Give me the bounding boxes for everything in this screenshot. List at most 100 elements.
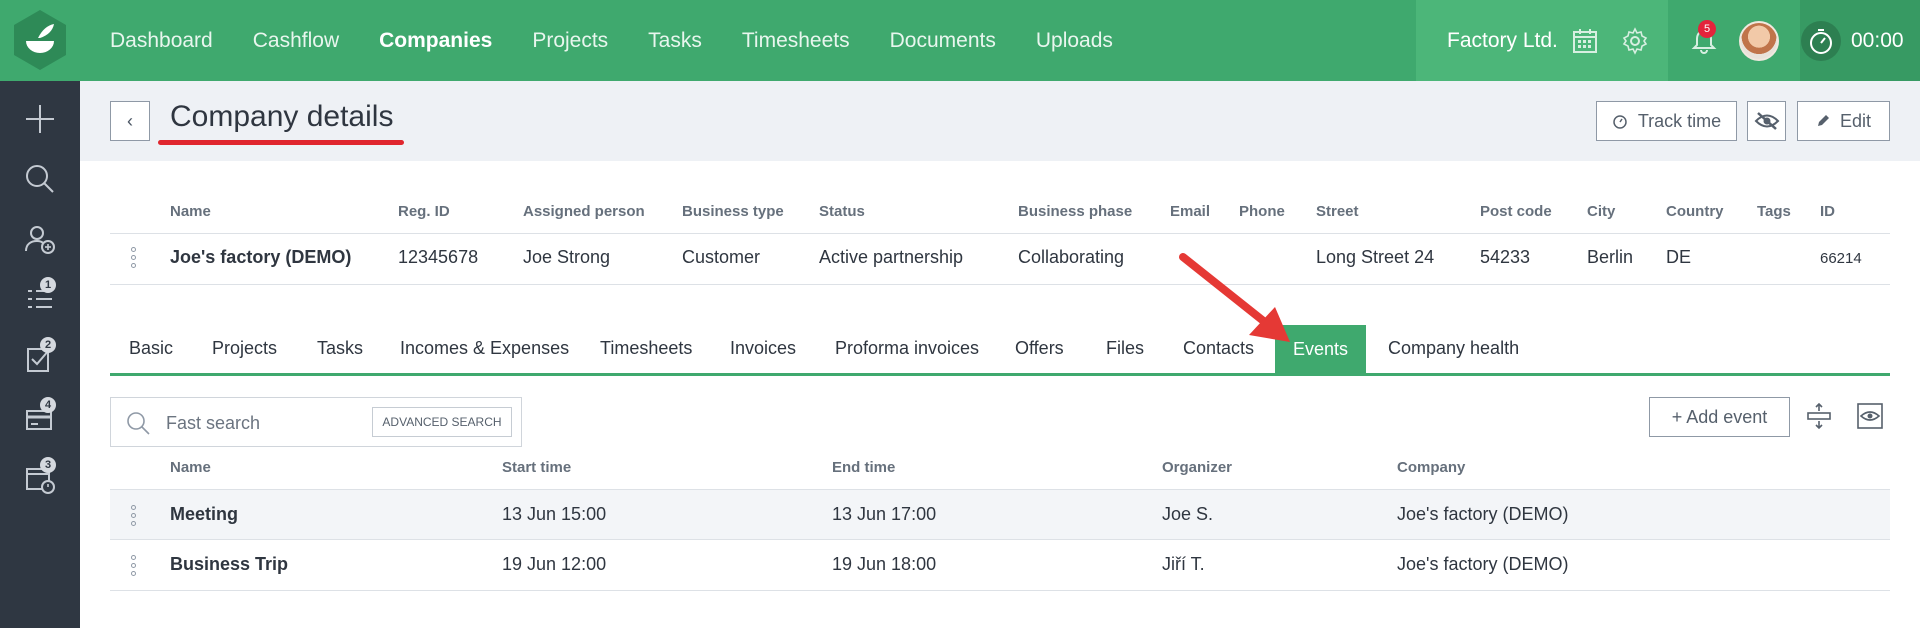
col-header-email[interactable]: Email [1170, 203, 1210, 220]
search-icon[interactable] [24, 163, 56, 195]
city-cell: Berlin [1587, 247, 1634, 267]
reg-id-cell: 12345678 [398, 247, 479, 267]
edit-button[interactable]: Edit [1797, 101, 1890, 141]
annotation-arrow-icon [1179, 253, 1290, 342]
pencil-icon [1817, 115, 1829, 126]
company-switcher[interactable]: Factory Ltd. [1447, 0, 1558, 81]
visibility-toggle-button[interactable] [1747, 101, 1786, 141]
tab-tasks[interactable]: Tasks [317, 338, 363, 359]
end-time-cell: 13 Jun 17:00 [832, 504, 937, 524]
start-time-cell: 19 Jun 12:00 [502, 554, 607, 574]
organizer-cell: Joe S. [1162, 504, 1214, 524]
phase-cell: Collaborating [1018, 247, 1125, 267]
notification-badge: 5 [1698, 20, 1716, 38]
event-name-cell[interactable]: Meeting [170, 504, 238, 525]
col-header-organizer[interactable]: Organizer [1162, 459, 1232, 476]
assigned-cell: Joe Strong [523, 247, 611, 267]
add-event-button[interactable]: + Add event [1649, 397, 1790, 437]
col-header-company[interactable]: Company [1397, 459, 1465, 476]
search-icon [127, 412, 150, 435]
track-time-label: Track time [1637, 110, 1722, 131]
col-header-assigned[interactable]: Assigned person [523, 203, 645, 220]
timesheet-badge: 3 [40, 457, 56, 473]
col-header-status[interactable]: Status [819, 203, 865, 220]
col-header-id[interactable]: ID [1820, 203, 1835, 220]
col-header-post-code[interactable]: Post code [1480, 203, 1552, 220]
tab-incomes-expenses[interactable]: Incomes & Expenses [400, 338, 569, 359]
tab-basic[interactable]: Basic [129, 338, 173, 359]
country-cell: DE [1666, 247, 1692, 267]
table-divider [110, 233, 1890, 234]
annotation-underline [158, 140, 404, 145]
nav-projects[interactable]: Projects [532, 29, 608, 53]
start-time-cell: 13 Jun 15:00 [502, 504, 607, 524]
app-logo-icon[interactable] [8, 8, 72, 72]
page-title: Company details [170, 100, 394, 133]
nav-uploads[interactable]: Uploads [1036, 29, 1113, 53]
event-name-cell[interactable]: Business Trip [170, 554, 288, 575]
business-type-cell: Customer [682, 247, 761, 267]
nav-dashboard[interactable]: Dashboard [110, 29, 213, 53]
tab-files[interactable]: Files [1106, 338, 1144, 359]
col-header-business-type[interactable]: Business type [682, 203, 784, 220]
plus-icon[interactable] [24, 103, 56, 135]
table-row[interactable]: Business Trip 19 Jun 12:00 19 Jun 18:00 … [110, 540, 1890, 591]
stopwatch-icon [1810, 29, 1832, 54]
col-header-country[interactable]: Country [1666, 203, 1724, 220]
street-cell: Long Street 24 [1316, 247, 1435, 267]
row-height-icon[interactable] [1806, 403, 1832, 429]
track-time-button[interactable]: Track time [1596, 101, 1737, 141]
nav-documents[interactable]: Documents [890, 29, 996, 53]
tasks-badge: 1 [40, 277, 56, 293]
col-header-phase[interactable]: Business phase [1018, 203, 1132, 220]
nav-companies[interactable]: Companies [379, 29, 492, 53]
main-nav: Dashboard Cashflow Companies Projects Ta… [110, 0, 1153, 81]
nav-timesheets[interactable]: Timesheets [742, 29, 850, 53]
tab-proforma-invoices[interactable]: Proforma invoices [835, 338, 979, 359]
table-divider [110, 284, 1890, 285]
id-cell: 66214 [1820, 250, 1862, 267]
edit-label: Edit [1839, 110, 1872, 131]
tabs-underline [110, 373, 1890, 376]
calendar-icon[interactable] [1570, 26, 1600, 56]
nav-tasks[interactable]: Tasks [648, 29, 702, 53]
post-code-cell: 54233 [1480, 247, 1531, 267]
search-box: ADVANCED SEARCH [110, 397, 522, 447]
col-header-start-time[interactable]: Start time [502, 459, 571, 476]
col-header-name[interactable]: Name [170, 203, 211, 220]
timer-button[interactable] [1801, 21, 1841, 61]
tab-timesheets[interactable]: Timesheets [600, 338, 692, 359]
company-name-cell: Joe's factory (DEMO) [170, 247, 352, 267]
checklist-badge: 2 [40, 337, 56, 353]
advanced-search-button[interactable]: ADVANCED SEARCH [372, 407, 512, 437]
end-time-cell: 19 Jun 18:00 [832, 554, 937, 574]
table-row[interactable]: Meeting 13 Jun 15:00 13 Jun 17:00 Joe S.… [110, 489, 1890, 540]
back-button[interactable]: ‹ [110, 101, 150, 141]
col-header-street[interactable]: Street [1316, 203, 1359, 220]
company-cell: Joe's factory (DEMO) [1397, 554, 1569, 574]
column-visibility-icon[interactable] [1857, 403, 1883, 429]
timer-display: 00:00 [1851, 29, 1904, 52]
row-menu-icon[interactable] [131, 505, 137, 529]
payments-badge: 4 [40, 397, 56, 413]
search-input[interactable] [166, 410, 366, 436]
gear-icon[interactable] [1620, 26, 1650, 56]
tab-projects[interactable]: Projects [212, 338, 277, 359]
tab-offers[interactable]: Offers [1015, 338, 1064, 359]
col-header-tags[interactable]: Tags [1757, 203, 1791, 220]
company-cell: Joe's factory (DEMO) [1397, 504, 1569, 524]
add-contact-icon[interactable] [24, 223, 56, 255]
tab-invoices[interactable]: Invoices [730, 338, 796, 359]
status-cell: Active partnership [819, 247, 964, 267]
row-menu-icon[interactable] [131, 555, 137, 579]
col-header-end-time[interactable]: End time [832, 459, 895, 476]
col-header-event-name[interactable]: Name [170, 459, 211, 476]
row-menu-icon[interactable] [131, 247, 137, 271]
col-header-phone[interactable]: Phone [1239, 203, 1285, 220]
tab-company-health[interactable]: Company health [1388, 338, 1519, 359]
sidebar: 1 2 4 3 [0, 81, 80, 628]
col-header-reg-id[interactable]: Reg. ID [398, 203, 450, 220]
nav-cashflow[interactable]: Cashflow [253, 29, 339, 53]
avatar[interactable] [1739, 21, 1779, 61]
col-header-city[interactable]: City [1587, 203, 1615, 220]
